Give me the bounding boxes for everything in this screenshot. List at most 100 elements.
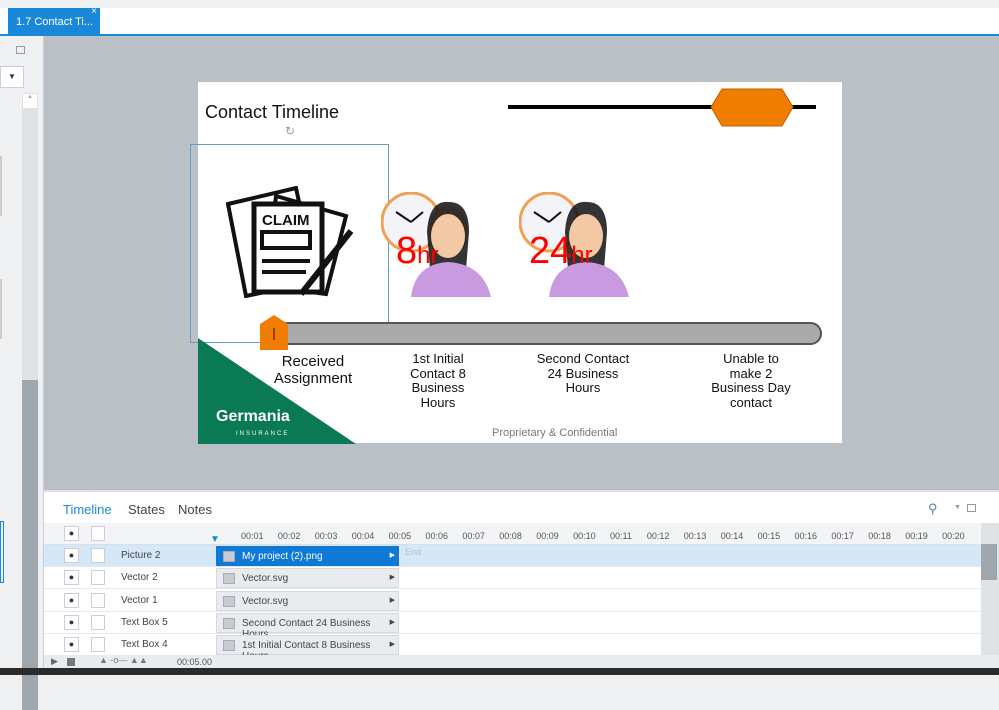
ruler-tick: 00:19 — [905, 531, 928, 541]
ruler-tick: 00:07 — [462, 531, 485, 541]
zoom-slider[interactable]: ▲ -o— ▲▲ — [99, 655, 148, 665]
germania-logo-sub: INSURANCE — [236, 431, 290, 437]
tab-states[interactable]: States — [128, 502, 165, 517]
image-icon — [223, 551, 235, 562]
layer-name: Vector 2 — [121, 572, 158, 584]
tab-timeline[interactable]: Timeline — [63, 502, 112, 517]
ruler-tick: 00:03 — [314, 531, 338, 541]
ruler-tick: 00:12 — [646, 531, 670, 541]
expand-arrow-icon[interactable]: ▶ — [390, 551, 395, 559]
expand-arrow-icon[interactable]: ▶ — [390, 573, 395, 581]
lock-checkbox[interactable] — [91, 570, 105, 586]
scroll-thumb[interactable] — [22, 380, 38, 710]
rotate-handle-icon[interactable]: ↻ — [285, 124, 295, 138]
ruler-tick: 00:16 — [794, 531, 818, 541]
claim-document-icon — [226, 186, 354, 298]
scroll-up-icon[interactable]: ▲ — [23, 94, 37, 108]
layer-name: Picture 2 — [121, 550, 161, 561]
expand-arrow-icon[interactable]: ▶ — [390, 596, 395, 604]
hours-8-label: 8hr — [396, 230, 439, 272]
vertical-scrollbar[interactable] — [981, 523, 999, 655]
layer-name: Text Box 5 — [121, 616, 168, 628]
ruler-tick: 00:15 — [757, 531, 781, 541]
pin-icon[interactable]: ⚲ — [928, 501, 938, 517]
lock-all-icon[interactable] — [91, 526, 105, 541]
dropdown-button[interactable]: ▼ — [0, 66, 24, 88]
ruler-tick: 00:10 — [573, 531, 596, 541]
timeline-row[interactable]: ● Vector 1 Vector.svg ▶ — [44, 590, 981, 612]
eye-all-icon[interactable]: ● — [64, 526, 79, 541]
bar-label: Vector.svg — [242, 573, 289, 585]
layer-name: Text Box 4 — [121, 639, 168, 651]
timeline-panel: Timeline States Notes ⚲ ▼ ● 00:01 00:02 00… — [44, 490, 999, 670]
filmstrip-panel: ▼ ▲ — [0, 36, 44, 710]
tab-label: 1.7 Contact Ti... — [16, 16, 94, 28]
text-box-icon — [223, 617, 235, 629]
ruler-tick: 00:05 — [388, 531, 412, 541]
ruler[interactable]: ● 00:01 00:02 00:03 00:04 00:05 00:06 00:07 00:… — [44, 523, 981, 545]
visibility-eye-icon[interactable]: ● — [64, 548, 79, 563]
restore-icon[interactable] — [967, 504, 976, 512]
timeline-row[interactable]: ● Vector 2 Vector.svg ▶ — [44, 567, 981, 590]
ruler-tick: 00:08 — [499, 531, 522, 541]
end-label: End — [405, 547, 422, 557]
ruler-tick: 00:13 — [683, 531, 707, 541]
timeline-row[interactable]: ● Text Box 5 Second Contact 24 Business Ho… — [44, 612, 981, 640]
progress-marker[interactable] — [710, 88, 794, 128]
slide-thumb-selected[interactable] — [0, 521, 4, 583]
timeline-row[interactable]: ● Picture 2 My project (2).png ▶ — [44, 545, 981, 567]
tab-notes[interactable]: Notes — [178, 502, 212, 517]
germania-logo: Germania — [216, 408, 290, 425]
timeline-row[interactable]: ● Text Box 4 1st Initial Contact 8 Busines… — [44, 634, 981, 662]
timeline-bar[interactable]: Vector.svg ▶ — [216, 568, 399, 589]
ruler-tick: 00:04 — [351, 531, 375, 541]
layer-name: Vector 1 — [121, 594, 158, 606]
expand-arrow-icon[interactable]: ▶ — [390, 618, 395, 626]
timeline-bar[interactable]: Second Contact 24 Business Hours▶ — [216, 612, 399, 640]
text-box-icon — [223, 640, 235, 652]
tab-bar: 1.7 Contact Ti... × — [0, 6, 999, 36]
bar-label: My project (2).png — [242, 551, 323, 562]
slide-title: Contact Timeline — [205, 102, 340, 122]
vector-icon — [223, 573, 235, 585]
slide-thumb[interactable] — [0, 156, 2, 216]
bar-label: Vector.svg — [242, 595, 289, 607]
slide[interactable]: Contact Timeline ↻ CLAIM 8hr 24hr German… — [190, 82, 842, 444]
lock-checkbox[interactable] — [91, 548, 105, 563]
timeline-bar[interactable]: 1st Initial Contact 8 Business Hours▶ — [216, 635, 399, 662]
close-tab-icon[interactable]: × — [91, 6, 97, 17]
ruler-tick: 00:06 — [425, 531, 449, 541]
ruler-tick: 00:14 — [720, 531, 744, 541]
lock-checkbox[interactable] — [91, 637, 105, 653]
lock-checkbox[interactable] — [91, 614, 105, 630]
ruler-tick: 00:11 — [610, 531, 632, 541]
milestone-label: Unable to make 2 Business Day contact — [711, 351, 791, 410]
timeline-bar[interactable]: Vector.svg ▶ — [216, 590, 399, 611]
hours-24-label: 24hr — [529, 230, 593, 272]
visibility-eye-icon[interactable]: ● — [64, 614, 79, 630]
playhead-icon[interactable]: ▼ — [210, 534, 220, 545]
visibility-eye-icon[interactable]: ● — [64, 637, 79, 653]
ruler-tick: 00:17 — [831, 531, 854, 541]
timeline-bar[interactable]: My project (2).png ▶ — [216, 546, 399, 566]
panel-menu-icon[interactable]: ▼ — [954, 504, 961, 511]
duration-readout: 00:05.00 — [177, 657, 213, 667]
scroll-thumb[interactable] — [981, 544, 997, 580]
restore-icon[interactable] — [16, 46, 25, 54]
ruler-tick: 00:02 — [277, 531, 301, 541]
scrollbar[interactable]: ▲ — [22, 93, 38, 710]
expand-arrow-icon[interactable]: ▶ — [390, 640, 395, 648]
play-icon[interactable]: ▶ — [51, 656, 58, 667]
vector-icon — [223, 595, 235, 607]
tab-contact-timeline[interactable]: 1.7 Contact Ti... × — [8, 6, 100, 34]
taskbar-strip — [0, 668, 999, 675]
milestone-label: Second Contact 24 Business Hours — [536, 351, 630, 395]
lock-checkbox[interactable] — [91, 592, 105, 608]
ruler-tick: 00:20 — [942, 531, 965, 541]
ruler-tick: 00:18 — [868, 531, 891, 541]
visibility-eye-icon[interactable]: ● — [64, 592, 79, 608]
visibility-eye-icon[interactable]: ● — [64, 570, 79, 586]
stop-icon[interactable] — [67, 658, 75, 666]
footer-text: Proprietary & Confidential — [492, 427, 618, 439]
slide-thumb[interactable] — [0, 279, 2, 339]
